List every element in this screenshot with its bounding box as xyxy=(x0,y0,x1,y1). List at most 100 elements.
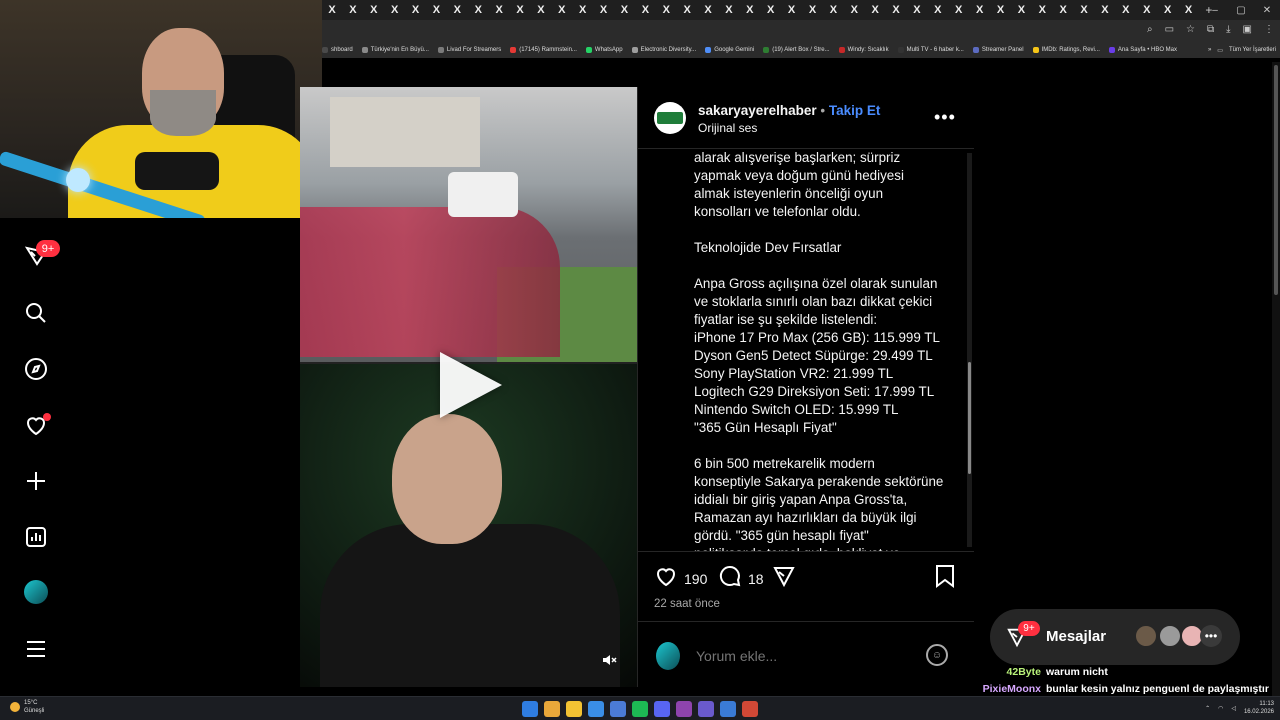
send-icon[interactable] xyxy=(772,564,796,594)
messages-button[interactable]: 9+ Mesajlar ••• xyxy=(990,609,1240,665)
follow-button[interactable]: Takip Et xyxy=(829,103,881,118)
wifi-icon[interactable]: ◠ xyxy=(1218,705,1223,712)
browser-tab[interactable]: X xyxy=(1158,0,1178,20)
browser-tab[interactable]: X xyxy=(949,0,969,20)
maximize-button[interactable]: ▢ xyxy=(1228,5,1254,16)
bookmark-item[interactable]: Electronic Diversity... xyxy=(631,47,696,53)
bookmark-item[interactable]: (19) Alert Box / Stre... xyxy=(763,47,830,53)
bookmark-item[interactable]: Ana Sayfa • HBO Max xyxy=(1108,47,1177,53)
page-scroll-thumb[interactable] xyxy=(1274,65,1278,295)
browser-tab[interactable]: X xyxy=(1095,0,1115,20)
like-icon[interactable] xyxy=(654,564,678,594)
more-options-button[interactable]: ••• xyxy=(934,107,956,128)
browser-tab[interactable]: X xyxy=(573,0,593,20)
browser-tab[interactable]: X xyxy=(594,0,614,20)
taskbar-app-icon[interactable] xyxy=(522,701,538,717)
bookmark-item[interactable]: Türkiye'nin En Büyü... xyxy=(361,47,429,53)
volume-icon[interactable]: ◁ xyxy=(1231,705,1236,712)
browser-tab[interactable]: X xyxy=(447,0,467,20)
bookmark-item[interactable]: Windy: Sıcaklık xyxy=(838,47,889,53)
comment-action[interactable]: 18 xyxy=(718,564,764,594)
browser-tab[interactable]: X xyxy=(823,0,843,20)
address-bar[interactable]: ⌕ ▭ ☆ ⧉ ⤓ ▣ ⋮ xyxy=(322,20,1280,42)
browser-tab[interactable]: X xyxy=(1137,0,1157,20)
taskbar-app-icon[interactable] xyxy=(566,701,582,717)
bookmark-item[interactable]: IMDb: Ratings, Revi... xyxy=(1032,47,1100,53)
browser-tab[interactable]: X xyxy=(656,0,676,20)
author-avatar[interactable] xyxy=(654,102,686,134)
taskbar-app-icon[interactable] xyxy=(742,701,758,717)
clock[interactable]: 11:13 16.02.2026 xyxy=(1244,700,1274,716)
bookmarks-overflow-button[interactable]: » xyxy=(1208,47,1211,53)
bookmark-item[interactable]: Livad For Streamers xyxy=(437,47,501,53)
download-icon[interactable]: ⤓ xyxy=(1226,24,1230,35)
taskbar-app-icon[interactable] xyxy=(544,701,560,717)
author-username[interactable]: sakaryayerelhaber xyxy=(698,103,817,118)
comment-input[interactable] xyxy=(696,648,906,664)
browser-tab[interactable]: X xyxy=(928,0,948,20)
browser-tab[interactable]: X xyxy=(406,0,426,20)
share-icon[interactable] xyxy=(772,564,802,594)
minimize-button[interactable]: – xyxy=(1202,5,1228,16)
menu-icon[interactable] xyxy=(22,635,50,663)
browser-menu-icon[interactable]: ⋮ xyxy=(1264,24,1274,35)
taskbar-app-icon[interactable] xyxy=(632,701,648,717)
bookmark-item[interactable]: (17145) Rammstein... xyxy=(510,47,577,53)
play-icon[interactable] xyxy=(440,352,502,418)
taskbar-app-icon[interactable] xyxy=(698,701,714,717)
taskbar-app-icon[interactable] xyxy=(720,701,736,717)
bookmark-item[interactable]: shboard xyxy=(322,47,353,53)
cast-icon[interactable]: ▭ xyxy=(1165,24,1174,35)
taskbar-app-icon[interactable] xyxy=(588,701,604,717)
browser-tab[interactable]: X xyxy=(1116,0,1136,20)
browser-tab[interactable]: X xyxy=(1074,0,1094,20)
browser-tab[interactable]: X xyxy=(364,0,384,20)
browser-tab[interactable]: X xyxy=(698,0,718,20)
browser-tab[interactable]: X xyxy=(907,0,927,20)
browser-tab[interactable]: X xyxy=(677,0,697,20)
profile-avatar[interactable] xyxy=(24,580,48,604)
all-bookmarks-link[interactable]: Tüm Yer İşaretleri xyxy=(1229,47,1276,53)
browser-tab[interactable]: X xyxy=(1011,0,1031,20)
bookmark-icon[interactable] xyxy=(934,564,962,594)
browser-tab[interactable]: X xyxy=(531,0,551,20)
weather-widget[interactable]: 15°C Güneşli xyxy=(10,699,44,715)
bookmark-item[interactable]: Streamer Panel xyxy=(972,47,1024,53)
post-time[interactable]: 22 saat önce xyxy=(654,598,720,610)
star-icon[interactable]: ☆ xyxy=(1186,24,1195,35)
messages-more-button[interactable]: ••• xyxy=(1200,625,1222,647)
browser-tab[interactable]: X xyxy=(552,0,572,20)
profile-icon[interactable]: ▣ xyxy=(1243,24,1252,35)
bookmark-item[interactable]: Google Gemini xyxy=(705,47,754,53)
compass-icon[interactable] xyxy=(22,355,50,383)
bookmark-item[interactable]: Multi TV - 6 haber k... xyxy=(897,47,964,53)
extensions-icon[interactable]: ⧉ xyxy=(1207,24,1214,35)
browser-tab[interactable]: X xyxy=(719,0,739,20)
taskbar-app-icon[interactable] xyxy=(676,701,692,717)
browser-tab[interactable]: X xyxy=(489,0,509,20)
caption-scrollbar[interactable] xyxy=(967,153,972,547)
browser-tab[interactable]: X xyxy=(991,0,1011,20)
audio-label[interactable]: Orijinal ses xyxy=(698,121,757,135)
browser-tab[interactable]: X xyxy=(886,0,906,20)
browser-tab[interactable]: X xyxy=(635,0,655,20)
insights-icon[interactable] xyxy=(22,523,50,551)
browser-tab[interactable]: X xyxy=(614,0,634,20)
browser-tab[interactable]: X xyxy=(740,0,760,20)
caption-scroll-thumb[interactable] xyxy=(968,362,971,474)
browser-tab[interactable]: X xyxy=(1053,0,1073,20)
browser-tab[interactable]: X xyxy=(385,0,405,20)
browser-tab[interactable]: X xyxy=(844,0,864,20)
taskbar-app-icon[interactable] xyxy=(610,701,626,717)
browser-tab[interactable]: X xyxy=(970,0,990,20)
browser-tab[interactable]: X xyxy=(1032,0,1052,20)
browser-tab[interactable]: X xyxy=(1179,0,1199,20)
browser-tab[interactable]: X xyxy=(761,0,781,20)
tray-chevron-icon[interactable]: ⌃ xyxy=(1205,705,1210,712)
browser-tab[interactable]: X xyxy=(510,0,530,20)
plus-icon[interactable] xyxy=(22,467,50,495)
search-icon[interactable] xyxy=(22,299,50,327)
emoji-icon[interactable]: ☺ xyxy=(926,644,948,666)
browser-tab[interactable]: X xyxy=(426,0,446,20)
browser-tab[interactable]: X xyxy=(343,0,363,20)
